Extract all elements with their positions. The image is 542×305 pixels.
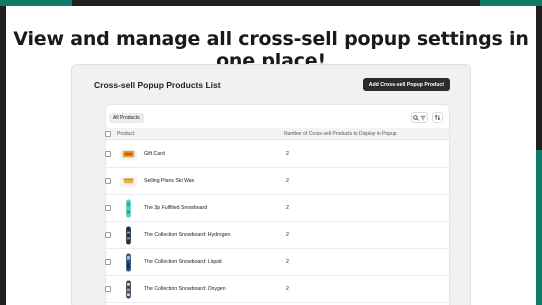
row-checkbox[interactable] (105, 178, 111, 184)
row-checkbox[interactable] (105, 286, 111, 292)
column-header-product: Product (117, 131, 135, 137)
search-icon (413, 114, 419, 121)
product-thumbnail-snowboard-blue (119, 253, 138, 272)
row-checkbox[interactable] (105, 259, 111, 265)
product-thumbnail-snowboard-dark (119, 226, 138, 245)
table-row[interactable]: Gift Card 2 (105, 141, 449, 168)
product-name: The Collection Snowboard: Hydrogen (144, 232, 231, 238)
column-header-count: Number of Cross-sell Products to Display… (284, 131, 397, 137)
table-header: Product Number of Cross-sell Products to… (105, 128, 449, 140)
cross-sell-count: 2 (286, 205, 289, 211)
table-row[interactable]: The Collection Snowboard: Oxygen 2 (105, 276, 449, 303)
tab-all-products[interactable]: All Products (109, 113, 144, 123)
table-row[interactable]: Selling Plans Ski Wax 2 (105, 168, 449, 195)
filter-icon (420, 115, 426, 120)
sort-button[interactable] (432, 112, 443, 123)
products-table: All Products Product Number of Cross-sel… (105, 104, 450, 305)
select-all-checkbox[interactable] (105, 131, 111, 137)
product-name: The Collection Snowboard: Oxygen (144, 286, 226, 292)
cross-sell-count: 2 (286, 232, 289, 238)
cross-sell-count: 2 (286, 151, 289, 157)
product-name: Gift Card (144, 151, 165, 157)
accent-bar-right (536, 150, 542, 305)
add-product-button[interactable]: Add Cross-sell Popup Product (362, 78, 450, 91)
product-thumbnail-snowboard-mixed (119, 280, 138, 299)
products-panel: Cross-sell Popup Products List Add Cross… (71, 64, 471, 305)
row-checkbox[interactable] (105, 205, 111, 211)
row-checkbox[interactable] (105, 232, 111, 238)
product-name: The 3p Fulfilled Snowboard (144, 205, 208, 211)
product-thumbnail-ski-wax (119, 172, 138, 191)
page-title: Cross-sell Popup Products List (94, 80, 221, 90)
cross-sell-count: 2 (286, 178, 289, 184)
product-name: Selling Plans Ski Wax (144, 178, 195, 184)
sort-icon (434, 114, 441, 121)
row-checkbox[interactable] (105, 151, 111, 157)
cross-sell-count: 2 (286, 259, 289, 265)
table-row[interactable]: The Collection Snowboard: Hydrogen 2 (105, 222, 449, 249)
product-name: The Collection Snowboard: Liquid (144, 259, 222, 265)
product-thumbnail-gift-card (119, 145, 138, 164)
search-filter-button[interactable] (411, 112, 428, 123)
product-thumbnail-snowboard-teal (119, 199, 138, 218)
table-row[interactable]: The Collection Snowboard: Liquid 2 (105, 249, 449, 276)
cross-sell-count: 2 (286, 286, 289, 292)
table-row[interactable]: The 3p Fulfilled Snowboard 2 (105, 195, 449, 222)
